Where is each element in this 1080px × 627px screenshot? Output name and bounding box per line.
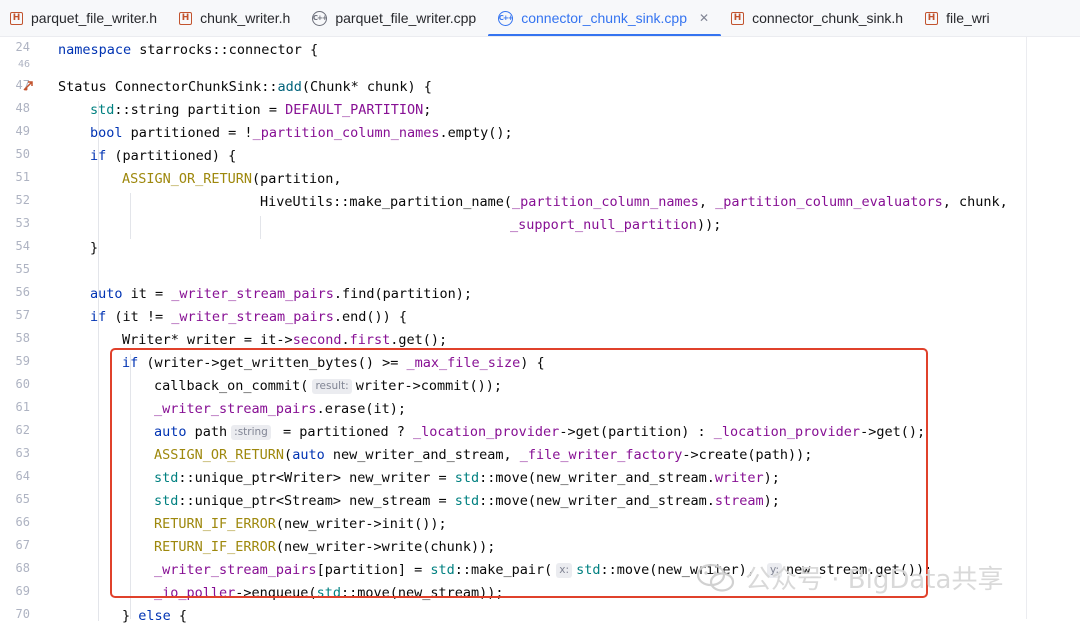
header-file-icon: H bbox=[10, 11, 23, 25]
line-number: 59 bbox=[15, 354, 30, 368]
cpp-file-icon: C++ bbox=[312, 10, 328, 26]
line-number: 54 bbox=[15, 239, 30, 253]
code-line-56: auto it = _writer_stream_pairs.find(part… bbox=[90, 286, 473, 302]
tab-label: file_wri bbox=[946, 10, 990, 26]
watermark: 公众号 · BigData共享 bbox=[696, 559, 1004, 596]
line-number: 60 bbox=[15, 377, 30, 391]
code-line-57: if (it != _writer_stream_pairs.end()) { bbox=[90, 309, 408, 325]
watermark-text: 公众号 · BigData共享 bbox=[745, 565, 1004, 595]
tab-parquet-file-writer-h[interactable]: H parquet_file_writer.h bbox=[0, 0, 169, 36]
tab-connector-chunk-sink-h[interactable]: H connector_chunk_sink.h bbox=[721, 0, 915, 36]
tab-connector-chunk-sink-cpp[interactable]: C++ connector_chunk_sink.cpp ✕ bbox=[488, 0, 721, 36]
code-line-24: namespace starrocks::connector { bbox=[58, 42, 319, 58]
code-line-51: ASSIGN_OR_RETURN(partition, bbox=[122, 171, 342, 187]
line-number-gutter: 24 46 47 48 49 50 51 52 53 54 55 56 57 5… bbox=[0, 37, 40, 621]
tab-parquet-file-writer-cpp[interactable]: C++ parquet_file_writer.cpp bbox=[302, 0, 488, 36]
line-number: 64 bbox=[15, 469, 30, 483]
line-number: 46 bbox=[17, 59, 30, 70]
wechat-icon bbox=[696, 563, 735, 593]
line-number: 53 bbox=[15, 216, 30, 230]
line-number: 50 bbox=[15, 147, 30, 161]
header-file-icon: H bbox=[925, 11, 939, 25]
line-number: 52 bbox=[15, 193, 30, 207]
line-number: 49 bbox=[15, 124, 30, 138]
line-number: 55 bbox=[15, 262, 30, 276]
line-number: 62 bbox=[15, 423, 30, 437]
line-number: 68 bbox=[15, 561, 30, 575]
code-line-48: std::string partition = DEFAULT_PARTITIO… bbox=[90, 102, 432, 118]
header-file-icon: H bbox=[731, 11, 745, 25]
line-number: 69 bbox=[15, 584, 30, 598]
tab-file-writer-h[interactable]: H file_wri bbox=[915, 0, 1002, 36]
tab-label: connector_chunk_sink.h bbox=[752, 10, 904, 26]
editor-tab-bar: H parquet_file_writer.h H chunk_writer.h… bbox=[0, 0, 1080, 37]
line-number: 58 bbox=[15, 331, 30, 345]
tab-label: parquet_file_writer.cpp bbox=[335, 10, 477, 26]
line-number: 67 bbox=[15, 538, 30, 552]
code-line-49: bool partitioned = !_partition_column_na… bbox=[90, 125, 513, 141]
code-line-52: HiveUtils::make_partition_name(_partitio… bbox=[260, 194, 1008, 210]
tab-label: connector_chunk_sink.cpp bbox=[521, 10, 688, 26]
code-line-50: if (partitioned) { bbox=[90, 148, 237, 164]
tab-label: parquet_file_writer.h bbox=[31, 10, 158, 26]
code-line-70: } else { bbox=[122, 608, 188, 624]
line-number: 65 bbox=[15, 492, 30, 506]
line-number: 66 bbox=[15, 515, 30, 529]
code-line-54: } bbox=[90, 240, 99, 256]
override-arrow-icon[interactable] bbox=[22, 78, 36, 95]
close-icon[interactable]: ✕ bbox=[699, 11, 709, 25]
code-line-53: _support_null_partition)); bbox=[510, 217, 722, 233]
tab-label: chunk_writer.h bbox=[200, 10, 291, 26]
line-number: 63 bbox=[15, 446, 30, 460]
code-line-47: Status ConnectorChunkSink::add(Chunk* ch… bbox=[58, 79, 432, 95]
line-number: 24 bbox=[15, 40, 30, 54]
cpp-file-icon: C++ bbox=[498, 10, 514, 26]
line-number: 51 bbox=[15, 170, 30, 184]
tab-chunk-writer-h[interactable]: H chunk_writer.h bbox=[169, 0, 302, 36]
line-number: 61 bbox=[15, 400, 30, 414]
header-file-icon: H bbox=[179, 11, 193, 25]
line-number: 57 bbox=[15, 308, 30, 322]
line-number: 48 bbox=[15, 101, 30, 115]
code-editor[interactable]: 24 46 47 48 49 50 51 52 53 54 55 56 57 5… bbox=[0, 37, 1080, 624]
line-number: 56 bbox=[15, 285, 30, 299]
